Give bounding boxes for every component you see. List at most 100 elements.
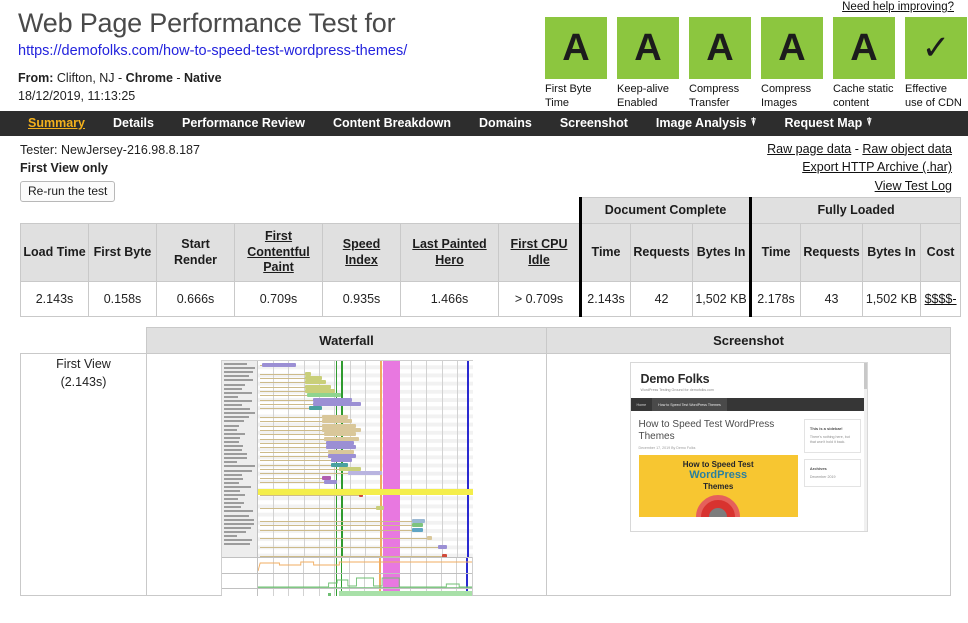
col-start-render: Start Render: [157, 224, 235, 282]
screenshot-cell[interactable]: Demo Folks WordPress Testing Ground for …: [547, 354, 951, 596]
cpu-pane-label: [222, 558, 258, 573]
view-label-cell: First View (2.143s): [21, 354, 147, 596]
tab-domains[interactable]: Domains: [465, 116, 546, 130]
ss-sidebar-column: This is a sidebar! There's nothing here,…: [804, 419, 861, 517]
waterfall-plot[interactable]: [258, 361, 473, 557]
grade-badge: A: [689, 17, 751, 79]
need-help-improving-link[interactable]: Need help improving?: [842, 1, 954, 13]
cell-cost[interactable]: $$$$-: [921, 282, 961, 317]
col-first-contentful-paint[interactable]: First Contentful Paint: [235, 224, 323, 282]
from-label: From:: [18, 71, 53, 85]
grade-label: Compress Images: [761, 79, 823, 111]
view-label-line1: First View: [22, 355, 145, 373]
ss-widget-sidebar: This is a sidebar! There's nothing here,…: [804, 419, 861, 453]
raw-object-data-link[interactable]: Raw object data: [862, 142, 952, 156]
col-first-cpu-idle[interactable]: First CPU Idle: [499, 224, 581, 282]
col-label: First Contentful Paint: [247, 229, 309, 274]
page-header: Web Page Performance Test for https://de…: [0, 0, 968, 111]
cell-dc-requests: 42: [631, 282, 693, 317]
col-cost: Cost: [921, 224, 961, 282]
col-speed-index[interactable]: Speed Index: [323, 224, 401, 282]
col-last-painted-hero[interactable]: Last Painted Hero: [401, 224, 499, 282]
ss-widget1-title: This is a sidebar!: [810, 426, 855, 431]
waterfall-section-table: Waterfall Screenshot First View (2.143s): [20, 327, 951, 596]
visual-progress-plot: [258, 589, 472, 596]
export-har-row: Export HTTP Archive (.har): [767, 158, 952, 177]
ss-tagline: WordPress Testing Ground for demofolks.c…: [641, 388, 867, 392]
waterfall-header-row: Waterfall Screenshot: [21, 328, 951, 354]
tab-request-map[interactable]: Request Map ⍒: [770, 116, 886, 130]
tab-performance-review[interactable]: Performance Review: [168, 116, 319, 130]
col-label: First CPU Idle: [511, 237, 568, 267]
view-test-log-row: View Test Log: [767, 177, 952, 196]
grade-badge: A: [617, 17, 679, 79]
link-separator: -: [851, 142, 862, 156]
main-nav: Summary Details Performance Review Conte…: [0, 111, 968, 136]
view-label-line2: (2.143s): [22, 373, 145, 391]
grade-first-byte-time[interactable]: A First Byte Time: [545, 17, 607, 111]
test-data-links: Raw page data - Raw object data Export H…: [767, 140, 952, 196]
ss-featured-image: How to Speed Test WordPress Themes: [639, 455, 798, 517]
header-right: Need help improving? A First Byte Time A…: [540, 0, 968, 111]
tab-label: Summary: [28, 116, 85, 130]
waterfall-section-wrap: Waterfall Screenshot First View (2.143s): [0, 317, 968, 596]
grade-compress-transfer[interactable]: A Compress Transfer: [689, 17, 751, 111]
raw-page-data-link[interactable]: Raw page data: [767, 142, 851, 156]
tab-label: Performance Review: [182, 116, 305, 130]
progress-pane-label: [222, 589, 258, 596]
ss-nav-current: How to Speed Test WordPress Themes: [652, 398, 727, 411]
tab-label: Domains: [479, 116, 532, 130]
bandwidth-pane-label: [222, 574, 258, 588]
col-label: Last Painted Hero: [412, 237, 486, 267]
cell-speed-index: 0.935s: [323, 282, 401, 317]
tab-summary[interactable]: Summary: [14, 116, 99, 130]
ss-content-area: How to Speed Test WordPress Themes Decem…: [631, 411, 867, 517]
tab-content-breakdown[interactable]: Content Breakdown: [319, 116, 465, 130]
ss-widget2-text: December 2019: [810, 475, 855, 480]
test-timestamp: 18/12/2019, 11:13:25: [18, 87, 540, 105]
ss-site-nav: Home How to Speed Test WordPress Themes: [631, 398, 867, 411]
cpu-utilization-plot: [258, 558, 472, 573]
screenshot-thumbnail[interactable]: Demo Folks WordPress Testing Ground for …: [630, 362, 868, 532]
ss-feature-line3: Themes: [639, 482, 798, 491]
cell-fl-requests: 43: [801, 282, 863, 317]
grade-keep-alive-enabled[interactable]: A Keep-alive Enabled: [617, 17, 679, 111]
table-row: 2.143s 0.158s 0.666s 0.709s 0.935s 1.466…: [21, 282, 961, 317]
waterfall-column-header: Waterfall: [147, 328, 547, 354]
tab-details[interactable]: Details: [99, 116, 168, 130]
grade-effective-use-of-cdn[interactable]: ✓ Effective use of CDN: [905, 17, 967, 111]
grade-label: Effective use of CDN: [905, 79, 967, 111]
tab-screenshot[interactable]: Screenshot: [546, 116, 642, 130]
col-fl-time: Time: [751, 224, 801, 282]
from-browser: Chrome: [126, 71, 173, 85]
grade-compress-images[interactable]: A Compress Images: [761, 17, 823, 111]
grade-label: Keep-alive Enabled: [617, 79, 679, 111]
external-link-icon: ⍒: [750, 117, 756, 128]
results-table: Document Complete Fully Loaded Load Time…: [20, 197, 961, 318]
raw-data-links-row: Raw page data - Raw object data: [767, 140, 952, 159]
re-run-test-button[interactable]: Re-run the test: [20, 181, 115, 202]
grade-badge: A: [545, 17, 607, 79]
grade-label: First Byte Time: [545, 79, 607, 111]
col-first-byte: First Byte: [89, 224, 157, 282]
cell-dc-time: 2.143s: [581, 282, 631, 317]
ss-speedometer-graphic: [696, 495, 740, 517]
cost-link[interactable]: $$$$-: [925, 292, 957, 306]
grade-label: Cache static content: [833, 79, 895, 111]
ss-feature-line2: WordPress: [639, 470, 798, 481]
test-meta-strip: Tester: NewJersey-216.98.8.187 First Vie…: [0, 136, 968, 194]
tab-label: Content Breakdown: [333, 116, 451, 130]
export-http-archive-link[interactable]: Export HTTP Archive (.har): [802, 160, 952, 174]
cell-fl-bytes-in: 1,502 KB: [863, 282, 921, 317]
waterfall-cell[interactable]: [147, 354, 547, 596]
col-fl-requests: Requests: [801, 224, 863, 282]
col-load-time: Load Time: [21, 224, 89, 282]
view-test-log-link[interactable]: View Test Log: [875, 179, 952, 193]
grade-cache-static-content[interactable]: A Cache static content: [833, 17, 895, 111]
header-left: Web Page Performance Test for https://de…: [0, 0, 540, 105]
grade-label: Compress Transfer: [689, 79, 751, 111]
tested-url-link[interactable]: https://demofolks.com/how-to-speed-test-…: [18, 43, 540, 59]
tab-label: Image Analysis: [656, 116, 747, 130]
waterfall-chart[interactable]: [221, 360, 473, 595]
tab-image-analysis[interactable]: Image Analysis ⍒: [642, 116, 771, 130]
